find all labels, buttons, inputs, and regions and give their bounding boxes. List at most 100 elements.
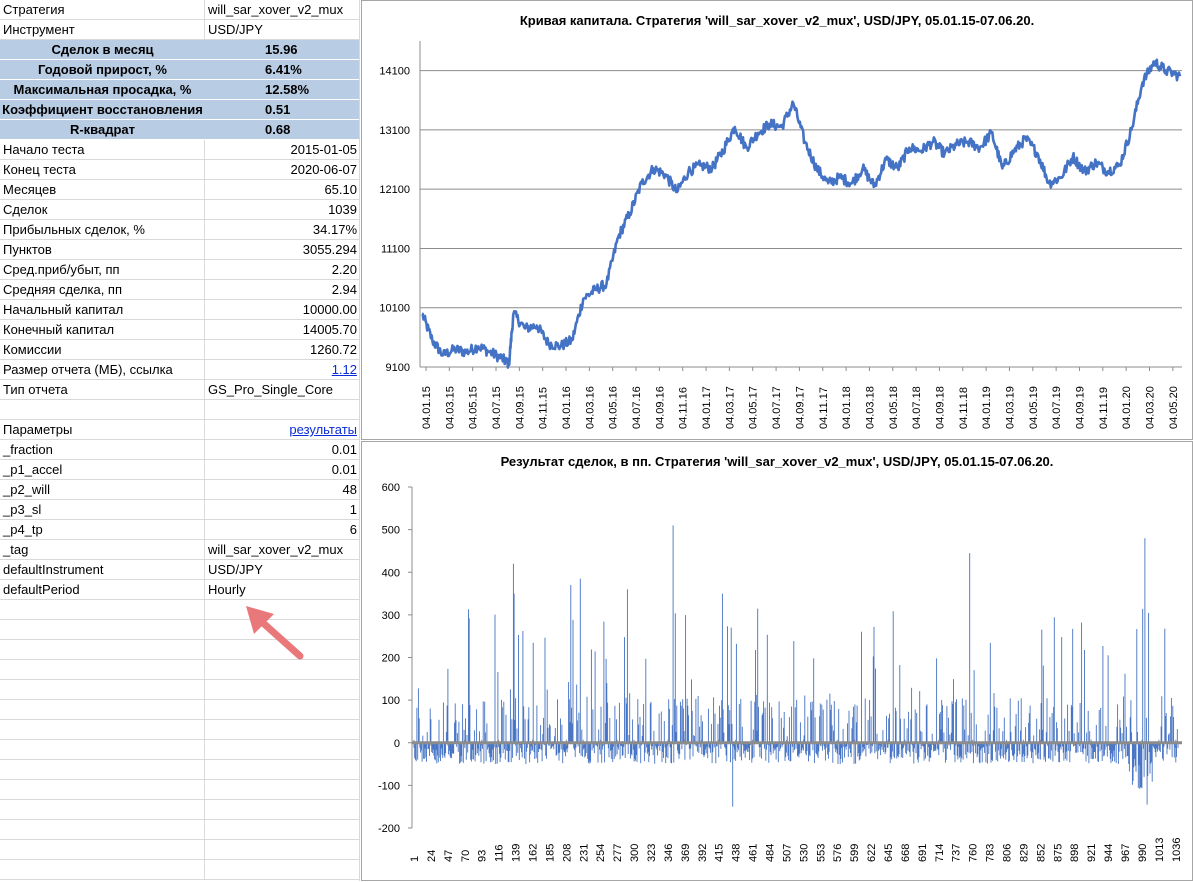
x-tick-label: 323 bbox=[646, 844, 658, 862]
y-tick-label: 0 bbox=[394, 738, 400, 750]
sheet-row-value: 65.10 bbox=[324, 182, 357, 197]
equity-line bbox=[421, 58, 1182, 369]
sheet-row-value: 6.41% bbox=[205, 60, 360, 79]
sheet-row-label: Сделок bbox=[0, 200, 205, 219]
x-tick-label: 1 bbox=[409, 856, 421, 862]
x-tick-label: 04.11.17 bbox=[818, 387, 830, 429]
sheet-row-link[interactable]: 1.12 bbox=[205, 360, 360, 379]
x-tick-label: 300 bbox=[629, 844, 641, 862]
sheet-row-label: defaultPeriod bbox=[0, 580, 205, 599]
x-tick-label: 645 bbox=[883, 844, 895, 862]
sheet-row-label: Параметры bbox=[0, 420, 205, 439]
sheet-row: Тип отчета GS_Pro_Single_Core bbox=[0, 380, 360, 400]
sheet-row-value: 2020-06-07 bbox=[290, 162, 358, 177]
x-tick-label: 967 bbox=[1120, 844, 1132, 862]
x-tick-label: 139 bbox=[511, 844, 523, 862]
x-tick-label: 04.09.16 bbox=[654, 386, 666, 429]
x-tick-label: 737 bbox=[951, 844, 963, 862]
x-tick-label: 04.05.17 bbox=[748, 386, 760, 429]
x-tick-label: 04.05.20 bbox=[1168, 386, 1180, 429]
x-tick-label: 668 bbox=[900, 844, 912, 862]
sheet-row-value: 34.17% bbox=[312, 222, 357, 237]
sheet-empty-row bbox=[0, 700, 360, 720]
x-tick-label: 04.03.18 bbox=[864, 386, 876, 429]
sheet-empty-cell bbox=[0, 860, 205, 879]
sheet-empty-row bbox=[0, 680, 360, 700]
x-tick-label: 576 bbox=[832, 844, 844, 862]
x-tick-label: 04.05.18 bbox=[888, 386, 900, 429]
x-tick-label: 04.07.15 bbox=[491, 386, 503, 429]
sheet-empty-cell bbox=[0, 760, 205, 779]
sheet-row-label: Начальный капитал bbox=[0, 300, 205, 319]
sheet-row-label: Комиссии bbox=[0, 340, 205, 359]
sheet-row-label: Средняя сделка, пп bbox=[0, 280, 205, 299]
x-tick-label: 990 bbox=[1137, 844, 1149, 862]
sheet-row: Комиссии 1260.72 bbox=[0, 340, 360, 360]
sheet-empty-row bbox=[0, 740, 360, 760]
sheet-row-label: _p4_tp bbox=[0, 520, 205, 539]
x-tick-label: 254 bbox=[595, 844, 607, 862]
sheet-row-label: defaultInstrument bbox=[0, 560, 205, 579]
x-tick-label: 806 bbox=[1002, 844, 1014, 862]
sheet-empty-cell bbox=[0, 700, 205, 719]
sheet-row-label: Коэффициент восстановления bbox=[0, 100, 205, 119]
sheet-row-label: Тип отчета bbox=[0, 380, 205, 399]
x-tick-label: 944 bbox=[1103, 844, 1115, 862]
sheet-row: _tag will_sar_xover_v2_mux bbox=[0, 540, 360, 560]
sheet-row: Начальный капитал 10000.00 bbox=[0, 300, 360, 320]
x-tick-label: 04.01.15 bbox=[421, 386, 433, 429]
x-tick-label: 530 bbox=[798, 844, 810, 862]
sheet-row: Коэффициент восстановления 0.51 bbox=[0, 100, 360, 120]
trade-results-chart: Результат сделок, в пп. Стратегия 'will_… bbox=[361, 441, 1193, 881]
sheet-row: Прибыльных сделок, % 34.17% bbox=[0, 220, 360, 240]
x-tick-label: 392 bbox=[697, 844, 709, 862]
y-tick-label: 11100 bbox=[381, 243, 410, 255]
sheet-empty-cell bbox=[0, 740, 205, 759]
report-link[interactable]: 1.12 bbox=[332, 362, 357, 377]
sheet-column-border bbox=[359, 0, 360, 881]
sheet-empty-cell bbox=[0, 820, 205, 839]
sheet-row-value: 15.96 bbox=[205, 40, 360, 59]
sheet-row: Конечный капитал 14005.70 bbox=[0, 320, 360, 340]
sheet-empty-cell bbox=[0, 600, 205, 619]
x-tick-label: 346 bbox=[663, 844, 675, 862]
sheet-row-label: Стратегия bbox=[0, 0, 205, 19]
x-tick-label: 04.01.20 bbox=[1121, 386, 1133, 429]
sheet-empty-row bbox=[0, 760, 360, 780]
x-tick-label: 875 bbox=[1052, 844, 1064, 862]
sheet-row-value: 0.01 bbox=[331, 462, 357, 477]
y-tick-label: 300 bbox=[382, 610, 400, 622]
sheet-empty-row bbox=[0, 860, 360, 880]
x-tick-label: 04.07.19 bbox=[1051, 386, 1063, 429]
sheet-row-value: 2.20 bbox=[331, 262, 357, 277]
x-tick-label: 553 bbox=[815, 844, 827, 862]
y-tick-label: 100 bbox=[382, 695, 400, 707]
sheet-row: defaultPeriod Hourly bbox=[0, 580, 360, 600]
sheet-row-link[interactable]: результаты bbox=[205, 420, 360, 439]
sheet-row: _p1_accel 0.01 bbox=[0, 460, 360, 480]
sheet-row-label: _p3_sl bbox=[0, 500, 205, 519]
x-tick-label: 691 bbox=[917, 844, 929, 862]
x-tick-label: 1013 bbox=[1154, 838, 1166, 862]
sheet-row-label: Сделок в месяц bbox=[0, 40, 205, 59]
sheet-row: Годовой прирост, % 6.41% bbox=[0, 60, 360, 80]
sheet-row-label: Инструмент bbox=[0, 20, 205, 39]
report-link[interactable]: результаты bbox=[289, 422, 357, 437]
x-tick-label: 1036 bbox=[1171, 838, 1183, 862]
x-tick-label: 04.07.16 bbox=[631, 386, 643, 429]
x-tick-label: 04.01.18 bbox=[841, 386, 853, 429]
sheet-empty-row bbox=[0, 780, 360, 800]
sheet-row-value: 0.68 bbox=[205, 120, 360, 139]
x-tick-label: 04.01.17 bbox=[701, 386, 713, 429]
x-tick-label: 04.05.15 bbox=[468, 386, 480, 429]
sheet-row: Начало теста 2015-01-05 bbox=[0, 140, 360, 160]
sheet-empty-row bbox=[0, 800, 360, 820]
sheet-row-value: 6 bbox=[349, 522, 357, 537]
y-tick-label: 13100 bbox=[379, 125, 410, 137]
x-tick-label: 783 bbox=[985, 844, 997, 862]
sheet-row-value: USD/JPY bbox=[208, 22, 263, 37]
sheet-row-label: _fraction bbox=[0, 440, 205, 459]
sheet-row: Сделок в месяц 15.96 bbox=[0, 40, 360, 60]
sheet-row-label: Годовой прирост, % bbox=[0, 60, 205, 79]
x-tick-label: 04.11.16 bbox=[678, 387, 690, 429]
